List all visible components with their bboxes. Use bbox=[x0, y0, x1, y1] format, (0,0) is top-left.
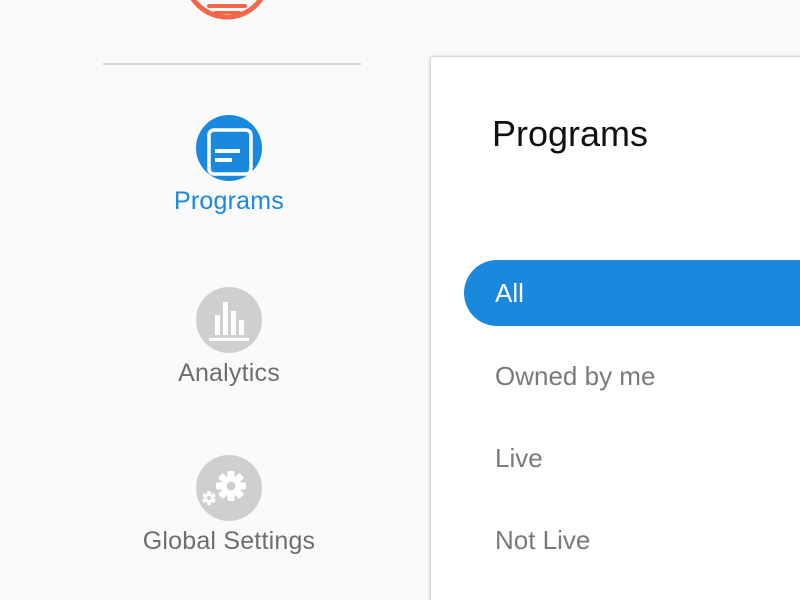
programs-panel: Programs All Owned by me Live Not Live bbox=[431, 57, 800, 600]
logo-icon[interactable] bbox=[183, 0, 271, 20]
sidebar-item-label: Analytics bbox=[178, 359, 280, 387]
sidebar-item-label: Global Settings bbox=[142, 527, 316, 555]
app-root: Programs Analytics Global Settings Progr… bbox=[0, 0, 800, 600]
sidebar-item-analytics[interactable]: Analytics bbox=[103, 287, 355, 388]
sidebar-item-label: Programs bbox=[174, 187, 284, 215]
bar-chart-icon bbox=[196, 287, 262, 353]
filter-owned-by-me[interactable]: Owned by me bbox=[464, 343, 800, 409]
sidebar-item-programs[interactable]: Programs bbox=[103, 115, 355, 216]
gear-icon bbox=[196, 455, 262, 521]
filter-all[interactable]: All bbox=[464, 260, 800, 326]
filter-not-live[interactable]: Not Live bbox=[464, 507, 800, 573]
sidebar-divider bbox=[103, 63, 361, 65]
filter-live[interactable]: Live bbox=[464, 425, 800, 491]
sidebar-item-global-settings[interactable]: Global Settings bbox=[103, 455, 355, 556]
page-title: Programs bbox=[492, 113, 649, 154]
programs-icon bbox=[196, 115, 262, 181]
